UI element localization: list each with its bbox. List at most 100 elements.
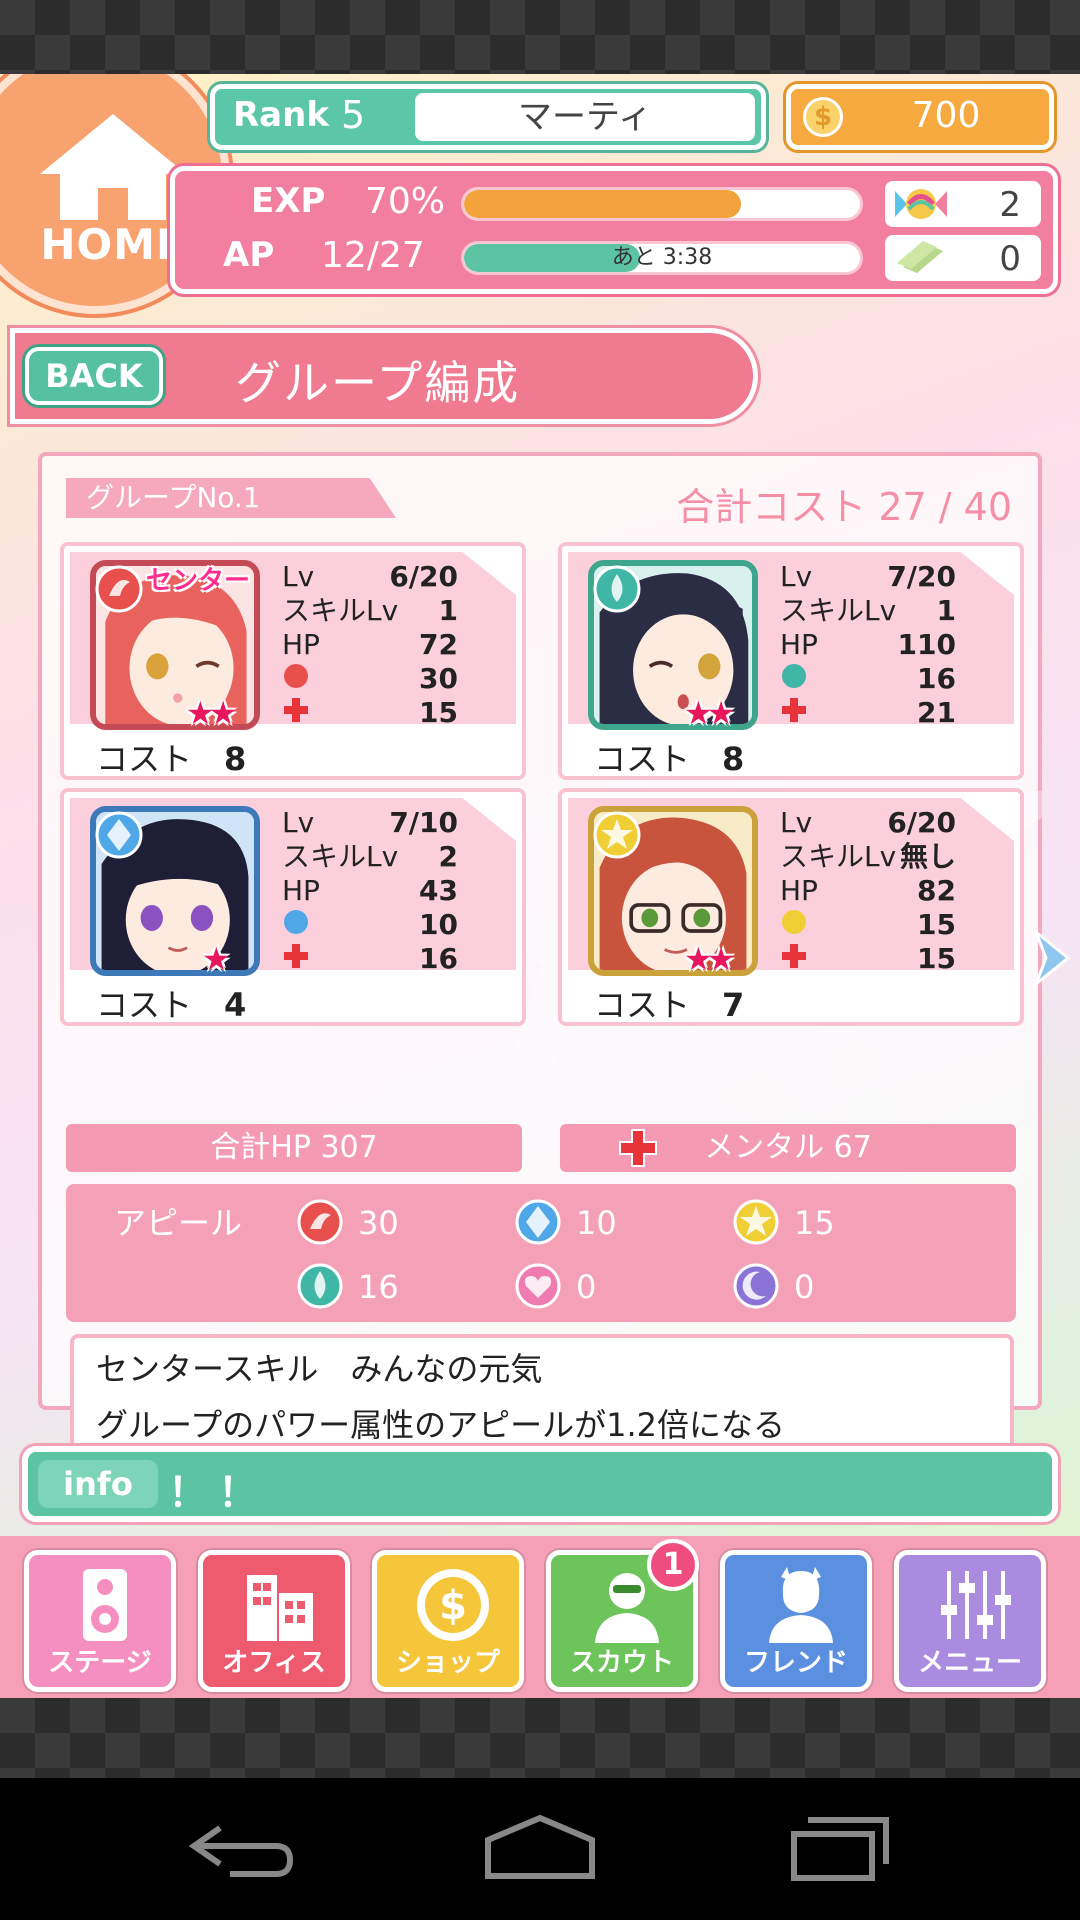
skill-lv-value: 1 xyxy=(438,594,458,627)
member-stats: Lv 7/10 スキルLv 2 HP 43 10 16 xyxy=(282,806,458,976)
center-skill-description: グループのパワー属性のアピールが1.2倍になる xyxy=(96,1406,785,1444)
group-number-tab[interactable]: グループNo.1 xyxy=(66,478,396,518)
hp-value: 43 xyxy=(419,874,458,907)
rarity-stars: ★★ xyxy=(684,694,735,732)
rarity-stars: ★★ xyxy=(684,940,735,978)
exp-progress-bar xyxy=(461,187,863,221)
member-card-4[interactable]: ★★ Lv 6/20 スキルLv 無し HP 82 15 15 コスト 7 xyxy=(558,788,1024,1026)
drop-attribute-icon xyxy=(782,664,806,688)
cost-value: 8 xyxy=(224,740,247,778)
hp-label: HP xyxy=(780,874,818,907)
skill-lv-value: 無し xyxy=(899,840,956,873)
ticket-count: 0 xyxy=(999,239,1021,279)
ap-value: 12/27 xyxy=(321,235,425,276)
rank-value: 5 xyxy=(341,93,366,137)
menu-stage-button[interactable]: ステージ xyxy=(24,1550,176,1692)
lv-label: Lv xyxy=(282,806,315,839)
appeal-value: 30 xyxy=(419,662,458,695)
lv-label: Lv xyxy=(780,806,813,839)
total-hp: 合計HP 307 xyxy=(66,1124,522,1172)
ticket-icon xyxy=(897,241,943,273)
member-card-2[interactable]: ★★ Lv 7/20 スキルLv 1 HP 110 16 21 コスト 8 xyxy=(558,542,1024,780)
next-page-arrow-icon[interactable] xyxy=(1032,928,1072,988)
cost-row: コスト 8 xyxy=(594,734,744,780)
cost-label: コスト xyxy=(594,740,691,778)
menu-menu-button[interactable]: メニュー xyxy=(894,1550,1046,1692)
home-nav-icon[interactable] xyxy=(480,1814,600,1884)
lv-value: 6/20 xyxy=(887,806,956,839)
power-attribute-icon xyxy=(297,1199,343,1245)
mental-value: 15 xyxy=(419,696,458,729)
sliders-icon xyxy=(941,1571,1011,1639)
candy-counter[interactable]: 2 xyxy=(885,181,1041,227)
back-button[interactable]: BACK xyxy=(25,347,163,405)
menu-office-label: オフィス xyxy=(222,1648,326,1678)
appeal-heart-value: 0 xyxy=(576,1268,597,1306)
menu-shop-button[interactable]: $ ショップ xyxy=(372,1550,524,1692)
mental-value: 16 xyxy=(419,942,458,975)
svg-text:$: $ xyxy=(439,1583,467,1629)
appeal-diamond: 10 xyxy=(514,1198,674,1248)
member-card-1[interactable]: センター ★★ Lv 6/20 スキルLv 1 HP 72 30 15 コスト 8 xyxy=(60,542,526,780)
mental-cross-icon xyxy=(284,944,308,968)
heart-attribute-icon xyxy=(515,1263,561,1309)
appeal-moon-value: 0 xyxy=(794,1268,815,1306)
coin-value: 700 xyxy=(911,95,981,136)
info-tag: info xyxy=(38,1460,158,1508)
star-attribute-icon xyxy=(782,910,806,934)
back-nav-icon[interactable] xyxy=(180,1814,300,1884)
ticket-counter[interactable]: 0 xyxy=(885,235,1041,281)
ap-remaining-time: あと 3:38 xyxy=(611,245,713,270)
mental-value: 21 xyxy=(917,696,956,729)
mental-cross-icon xyxy=(619,1129,657,1167)
appeal-power: 30 xyxy=(296,1198,456,1248)
center-skill-name: センタースキル みんなの元気 xyxy=(96,1350,543,1388)
rank-label: Rank xyxy=(233,95,329,135)
hp-label: HP xyxy=(282,874,320,907)
mental-cross-icon xyxy=(782,944,806,968)
coin-balance[interactable]: $ 700 xyxy=(786,84,1054,150)
appeal-value: 10 xyxy=(419,908,458,941)
player-stats-panel: EXP 70% AP 12/27 あと 3:38 2 0 xyxy=(170,166,1058,294)
member-stats: Lv 6/20 スキルLv 1 HP 72 30 15 xyxy=(282,560,458,730)
mental-cross-icon xyxy=(782,698,806,722)
info-ticker[interactable]: info ！！ xyxy=(22,1446,1058,1522)
appeal-label: アピール xyxy=(114,1204,243,1242)
ap-label: AP xyxy=(223,235,275,275)
cost-label: コスト xyxy=(594,986,691,1024)
mental-total-value: メンタル 67 xyxy=(704,1130,872,1165)
menu-friend-button[interactable]: フレンド xyxy=(720,1550,872,1692)
cost-label: コスト xyxy=(96,986,193,1024)
hp-label: HP xyxy=(780,628,818,661)
hp-label: HP xyxy=(282,628,320,661)
mental-total: メンタル 67 xyxy=(560,1124,1016,1172)
recent-apps-nav-icon[interactable] xyxy=(780,1814,900,1884)
moon-attribute-icon xyxy=(733,1263,779,1309)
lv-label: Lv xyxy=(780,560,813,593)
mental-value: 15 xyxy=(917,942,956,975)
cost-value: 8 xyxy=(722,740,745,778)
appeal-power-value: 30 xyxy=(358,1204,399,1242)
home-label: HOME xyxy=(40,220,186,269)
appeal-moon: 0 xyxy=(732,1262,892,1312)
menu-office-button[interactable]: オフィス xyxy=(198,1550,350,1692)
member-card-3[interactable]: ★ Lv 7/10 スキルLv 2 HP 43 10 16 コスト 4 xyxy=(60,788,526,1026)
house-icon xyxy=(40,114,186,220)
building-icon xyxy=(247,1575,313,1641)
skill-lv-label: スキルLv xyxy=(282,594,399,627)
cost-row: コスト 4 xyxy=(96,980,246,1026)
notification-badge: 1 xyxy=(647,1539,699,1591)
menu-scout-button[interactable]: スカウト 1 xyxy=(546,1539,699,1692)
game-screen: HOME Rank 5 マーティ $ 700 EXP 70% AP 12/27 … xyxy=(0,74,1080,1698)
appeal-heart: 0 xyxy=(514,1262,674,1312)
menu-stage-label: ステージ xyxy=(48,1648,152,1678)
total-cost: 合計コスト 27 / 40 xyxy=(676,485,1012,529)
hp-value: 110 xyxy=(897,628,956,661)
drop-attribute-icon xyxy=(297,1263,343,1309)
center-badge: センター xyxy=(146,566,251,596)
title-bar: BACK グループ編成 xyxy=(10,328,758,424)
rarity-stars: ★★ xyxy=(186,694,237,732)
cost-value: 7 xyxy=(722,986,745,1024)
coin-icon: $ xyxy=(417,1569,489,1641)
skill-lv-label: スキルLv xyxy=(780,840,897,873)
